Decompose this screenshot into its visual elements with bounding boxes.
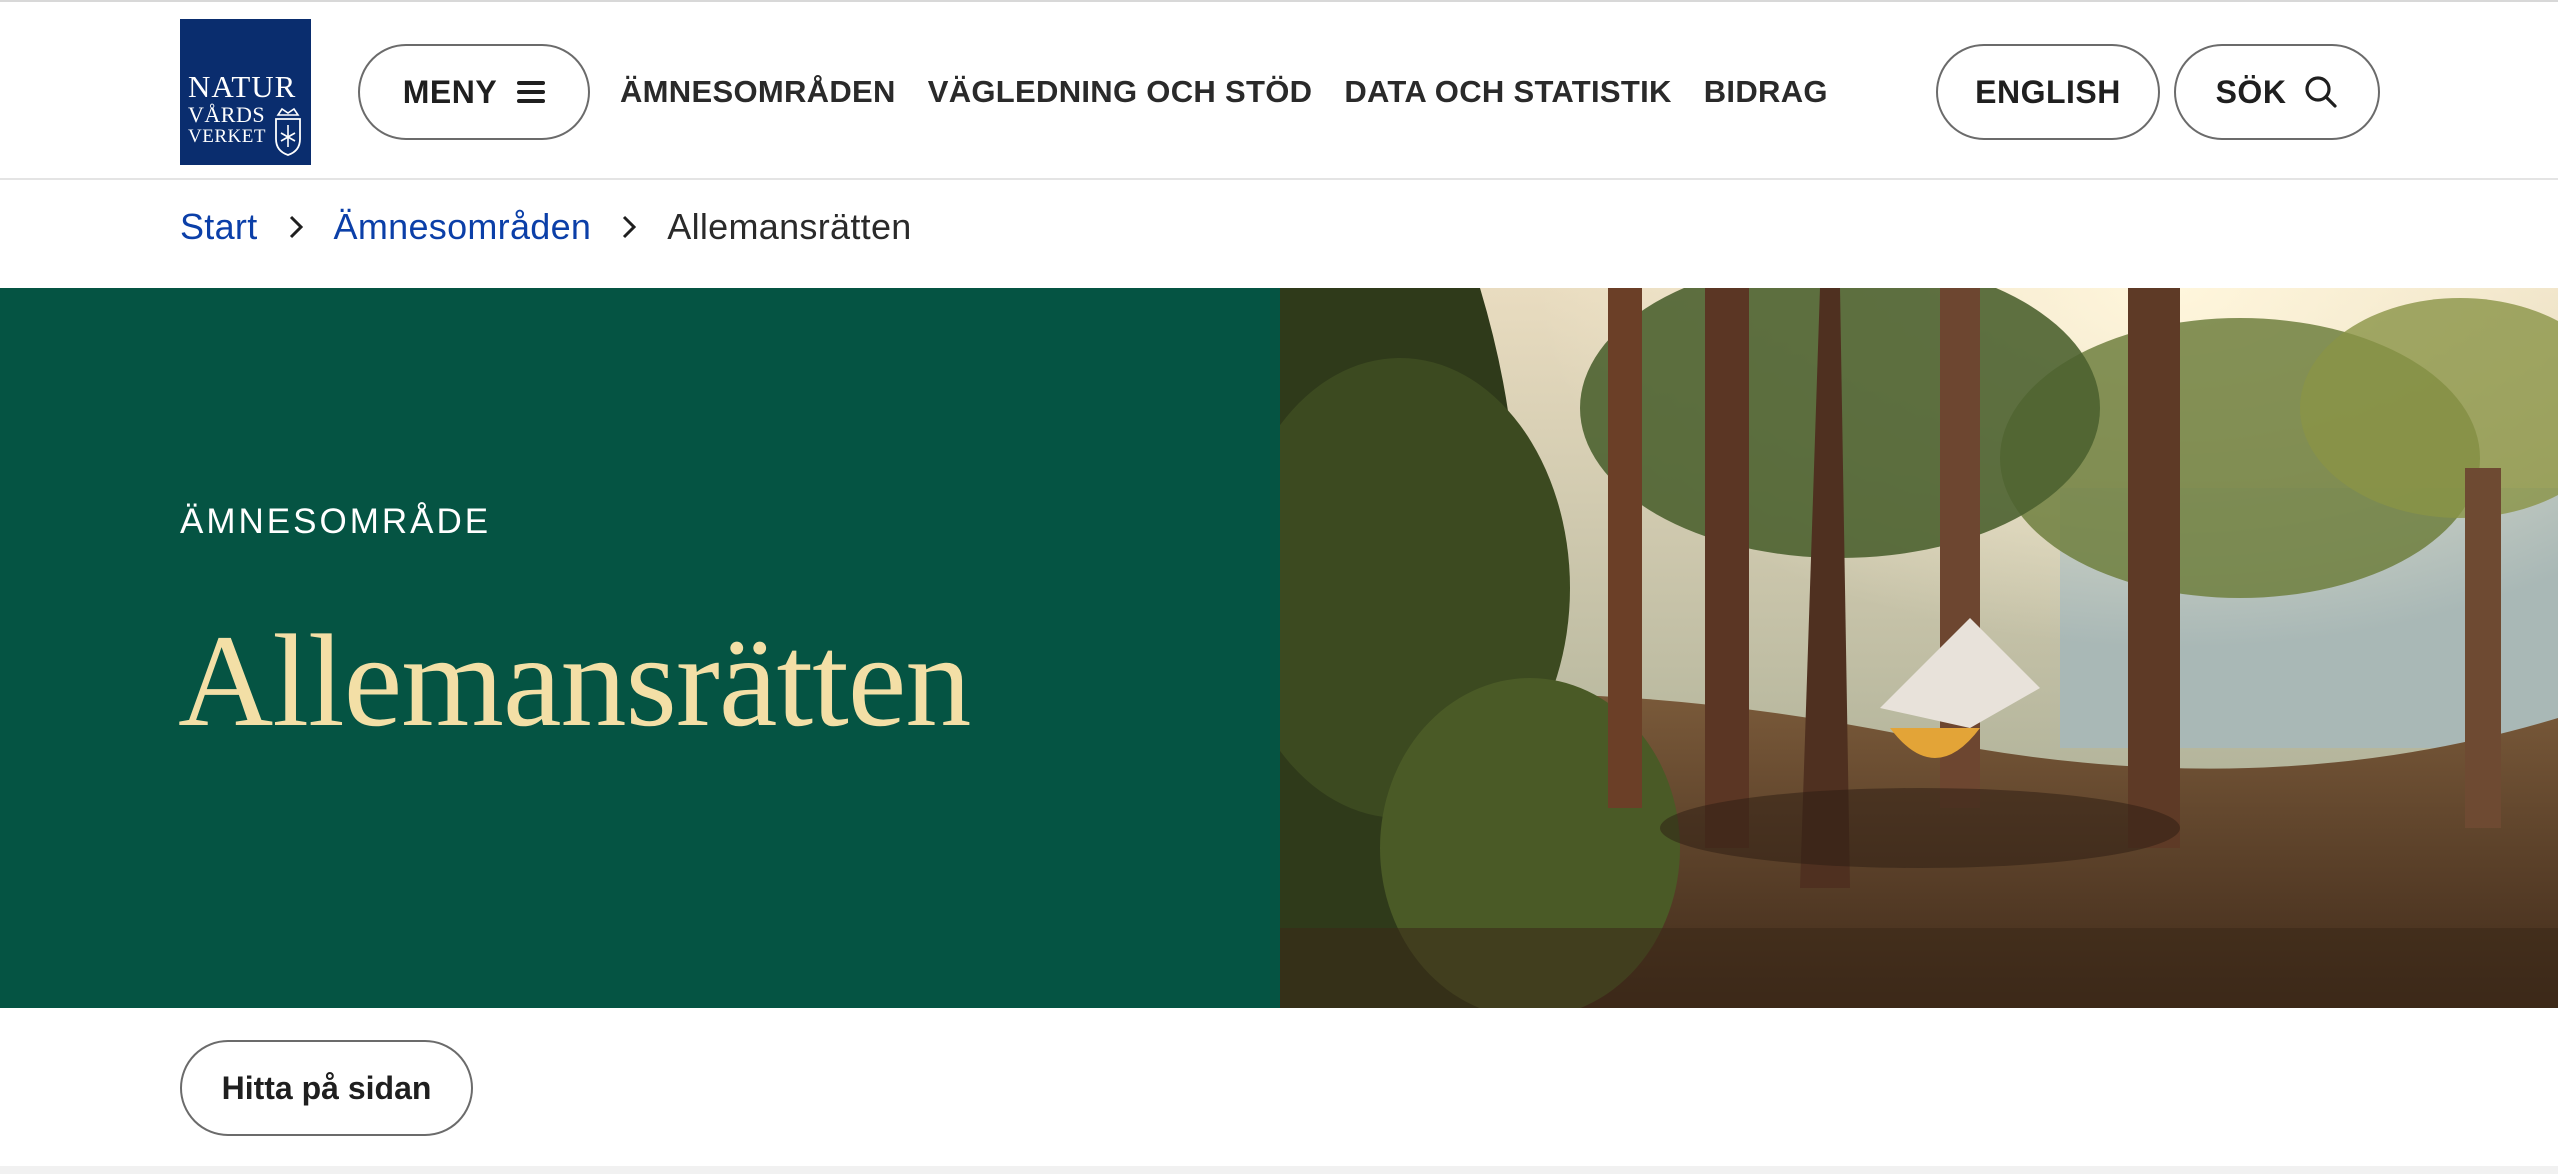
breadcrumb-amnesomraden[interactable]: Ämnesområden [334, 206, 592, 248]
chevron-right-icon [623, 215, 637, 239]
site-header: NATUR VÅRDS VERKET MENY ÄMNESOMRÅDEN VÄG… [0, 2, 2558, 180]
nav-bidrag[interactable]: BIDRAG [1704, 74, 1828, 110]
english-button[interactable]: ENGLISH [1936, 44, 2160, 140]
find-on-page-label: Hitta på sidan [221, 1069, 432, 1106]
menu-label: MENY [402, 73, 498, 110]
hamburger-icon [517, 81, 546, 103]
forest-hammock-photo [1280, 288, 2558, 1008]
main-nav: ÄMNESOMRÅDEN VÄGLEDNING OCH STÖD DATA OC… [620, 74, 1860, 110]
hero-eyebrow: ÄMNESOMRÅDE [180, 502, 492, 541]
crest-icon [275, 107, 301, 156]
breadcrumb-current: Allemansrätten [667, 206, 912, 247]
nav-amnesomraden[interactable]: ÄMNESOMRÅDEN [620, 74, 896, 110]
menu-button[interactable]: MENY [358, 44, 590, 140]
breadcrumb: Start Ämnesområden Allemansrätten [180, 206, 912, 248]
find-on-page-button[interactable]: Hitta på sidan [180, 1040, 473, 1136]
search-icon [2305, 76, 2338, 108]
page-title: Allemansrätten [178, 607, 971, 754]
chevron-right-icon [289, 215, 303, 239]
search-label: SÖK [2215, 73, 2287, 110]
search-button[interactable]: SÖK [2174, 44, 2380, 140]
bottom-border [0, 1166, 2558, 1174]
hero-image [1280, 288, 2558, 1008]
english-label: ENGLISH [1975, 73, 2121, 110]
nav-vagledning-och-stod[interactable]: VÄGLEDNING OCH STÖD [928, 74, 1313, 110]
nav-data-och-statistik[interactable]: DATA OCH STATISTIK [1344, 74, 1671, 110]
breadcrumb-start[interactable]: Start [180, 206, 258, 248]
logo-line-1: NATUR [188, 69, 297, 104]
naturvardsverket-logo[interactable]: NATUR VÅRDS VERKET [180, 19, 311, 165]
